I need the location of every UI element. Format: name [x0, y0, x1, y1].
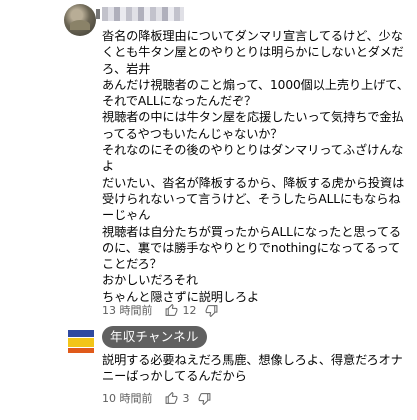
like-count: 3: [182, 391, 190, 405]
commenter-avatar[interactable]: [64, 4, 96, 36]
channel-avatar[interactable]: [66, 329, 96, 355]
commenter-name-redacted[interactable]: [96, 7, 184, 21]
comment-timestamp[interactable]: 13 時間前: [102, 302, 153, 318]
comment-toolbar: 13 時間前 12: [102, 302, 231, 318]
comment-text: 沓名の降板理由についてダンマリ宣言してるけど、少なくとも牛タン屋とのやりとりは明…: [102, 29, 409, 304]
thumbs-up-icon[interactable]: [165, 391, 179, 405]
like-count: 12: [182, 303, 197, 317]
comment-toolbar: 10 時間前 3: [102, 390, 224, 406]
channel-owner-badge[interactable]: 年収チャンネル: [102, 326, 207, 348]
comment-text: 説明する必要ねえだろ馬鹿、想像しろよ、得意だろオナニーばっかしてるんだから: [102, 353, 403, 384]
comment-timestamp[interactable]: 10 時間前: [102, 390, 153, 406]
thumbs-down-icon[interactable]: [205, 303, 219, 317]
thumbs-up-icon[interactable]: [165, 303, 179, 317]
thumbs-down-icon[interactable]: [198, 391, 212, 405]
